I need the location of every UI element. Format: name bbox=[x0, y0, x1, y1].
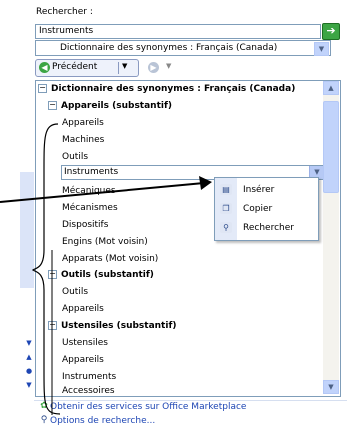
group-heading: Outils (substantif) bbox=[61, 270, 154, 280]
synonym-item[interactable]: Accessoires bbox=[62, 384, 115, 395]
document-scroll-track[interactable] bbox=[20, 172, 34, 288]
synonym-item[interactable]: Appareils bbox=[62, 301, 104, 318]
synonym-item[interactable]: Machines bbox=[62, 132, 104, 149]
synonym-item[interactable]: Mécaniques bbox=[62, 183, 116, 200]
results-header[interactable]: − Dictionnaire des synonymes : Français (… bbox=[38, 81, 295, 98]
synonym-item[interactable]: Appareils bbox=[62, 352, 104, 369]
back-button-label: Précédent bbox=[52, 62, 98, 72]
synonym-item[interactable]: Dispositifs bbox=[62, 217, 108, 234]
synonym-item[interactable]: Outils bbox=[62, 284, 88, 301]
results-scrollbar[interactable]: ▲ ▼ bbox=[323, 81, 339, 394]
dictionary-select-value: Dictionnaire des synonymes : Français (C… bbox=[60, 43, 278, 53]
insert-icon: ▤ bbox=[220, 184, 232, 195]
marketplace-link[interactable]: Obtenir des services sur Office Marketpl… bbox=[50, 401, 246, 414]
start-search-button[interactable]: ➔ bbox=[322, 23, 340, 40]
group-heading: Ustensiles (substantif) bbox=[61, 321, 177, 331]
group-header[interactable]: − Outils (substantif) bbox=[48, 267, 154, 284]
context-menu-copy[interactable]: ❐ Copier bbox=[215, 200, 318, 218]
context-menu-insert[interactable]: ▤ Insérer bbox=[215, 181, 318, 199]
results-title: Dictionnaire des synonymes : Français (C… bbox=[51, 84, 296, 94]
context-menu-label: Rechercher bbox=[243, 223, 294, 233]
back-history-dropdown-icon[interactable]: ▼ bbox=[122, 62, 127, 70]
marketplace-icon: ✿ bbox=[40, 401, 48, 411]
research-options-icon: ⚲ bbox=[40, 415, 48, 425]
search-input[interactable]: Instruments bbox=[35, 24, 321, 39]
scroll-thumb[interactable] bbox=[323, 101, 339, 193]
context-menu-research[interactable]: ⚲ Rechercher bbox=[215, 219, 318, 237]
scroll-up-icon[interactable]: ▲ bbox=[323, 81, 339, 95]
chevron-down-icon[interactable]: ▼ bbox=[314, 42, 329, 56]
previous-page-icon[interactable]: ▲ bbox=[24, 352, 34, 362]
synonym-item[interactable]: Outils bbox=[62, 149, 88, 166]
forward-button[interactable]: ▶ ▼ bbox=[146, 59, 180, 75]
collapse-icon[interactable]: − bbox=[48, 270, 57, 279]
group-header[interactable]: − Appareils (substantif) bbox=[48, 98, 172, 115]
synonym-item[interactable]: Apparats (Mot voisin) bbox=[62, 251, 158, 268]
button-separator bbox=[118, 62, 119, 74]
collapse-icon[interactable]: − bbox=[48, 101, 57, 110]
scroll-down-icon[interactable]: ▼ bbox=[24, 338, 34, 348]
context-menu-label: Insérer bbox=[243, 185, 275, 195]
collapse-icon[interactable]: − bbox=[48, 321, 57, 330]
copy-icon: ❐ bbox=[220, 203, 232, 214]
document-scroll-controls: ▼ ▲ ● ▼ bbox=[24, 338, 34, 408]
dictionary-select[interactable]: Dictionnaire des synonymes : Français (C… bbox=[35, 40, 331, 56]
group-header[interactable]: − Ustensiles (substantif) bbox=[48, 318, 176, 335]
browse-object-icon[interactable]: ● bbox=[24, 366, 34, 376]
back-button[interactable]: ◀ Précédent ▼ bbox=[35, 59, 139, 77]
synonym-item[interactable]: Ustensiles bbox=[62, 335, 108, 352]
back-arrow-icon: ◀ bbox=[39, 62, 50, 73]
synonym-item[interactable]: Mécanismes bbox=[62, 200, 118, 217]
research-options-link[interactable]: Options de recherche... bbox=[50, 415, 155, 428]
synonym-item[interactable]: Appareils bbox=[62, 115, 104, 132]
synonym-item-label: Instruments bbox=[64, 167, 119, 177]
forward-history-dropdown-icon[interactable]: ▼ bbox=[166, 62, 171, 70]
context-menu-label: Copier bbox=[243, 204, 273, 214]
research-icon: ⚲ bbox=[220, 222, 232, 233]
synonym-item[interactable]: Engins (Mot voisin) bbox=[62, 234, 148, 251]
arrow-right-icon: ➔ bbox=[326, 24, 336, 37]
context-menu: ▤ Insérer ❐ Copier ⚲ Rechercher bbox=[214, 177, 319, 241]
collapse-icon[interactable]: − bbox=[38, 84, 47, 93]
next-page-icon[interactable]: ▼ bbox=[24, 380, 34, 390]
group-heading: Appareils (substantif) bbox=[61, 101, 173, 111]
forward-arrow-icon: ▶ bbox=[148, 62, 159, 73]
search-label: Rechercher : bbox=[36, 7, 93, 17]
scroll-down-icon[interactable]: ▼ bbox=[323, 380, 339, 394]
